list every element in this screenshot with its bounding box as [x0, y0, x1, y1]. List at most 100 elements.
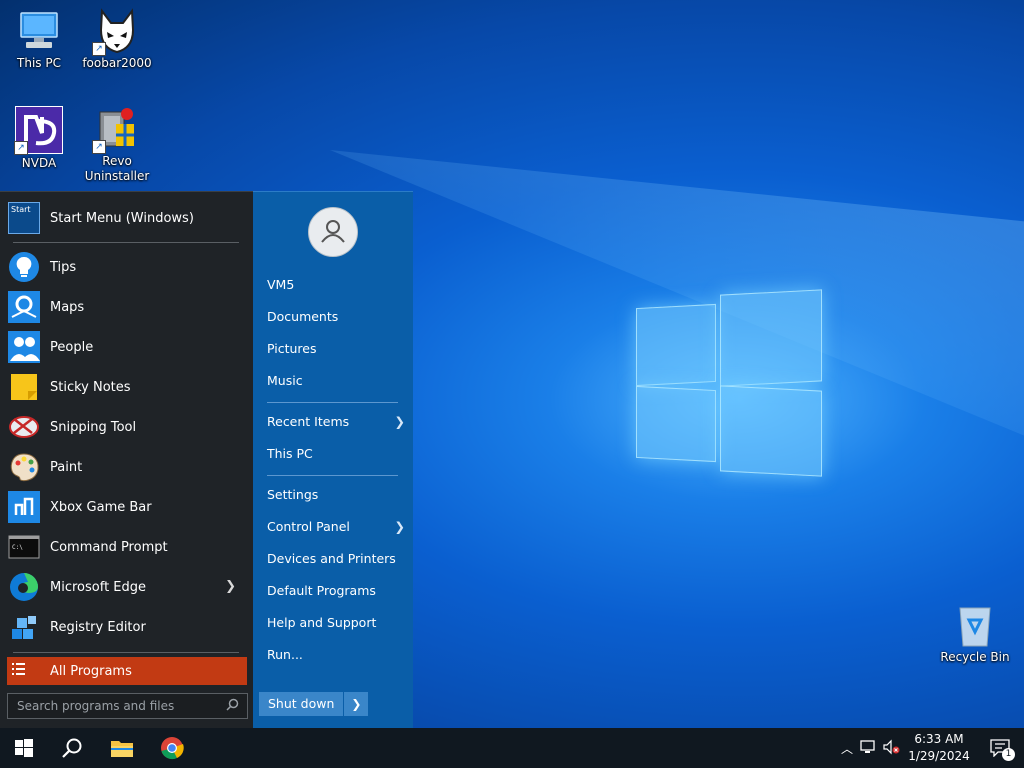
desktop-icon-nvda[interactable]: ↗ NVDA — [0, 106, 78, 171]
chevron-right-icon: ❯ — [394, 414, 405, 429]
shortcut-arrow-icon: ↗ — [92, 140, 106, 154]
divider — [267, 402, 398, 403]
nvda-logo-icon: ↗ — [14, 106, 63, 155]
clock-date: 1/29/2024 — [908, 749, 970, 763]
start-menu-pinned-classic-start[interactable]: Start Start Menu (Windows) — [8, 199, 248, 237]
all-programs-label: All Programs — [50, 663, 132, 679]
windows-logo-icon — [15, 739, 33, 757]
link-devices-and-printers[interactable]: Devices and Printers — [267, 547, 405, 571]
volume-muted-icon[interactable] — [880, 739, 902, 758]
shutdown-options-chevron-icon[interactable]: ❯ — [344, 692, 369, 716]
action-center-button[interactable]: 1 — [976, 728, 1024, 768]
menu-item-xbox-game-bar[interactable]: Xbox Game Bar — [8, 488, 248, 526]
folder-icon — [111, 741, 133, 757]
menu-item-label: Registry Editor — [50, 619, 146, 635]
menu-item-tips[interactable]: Tips — [8, 248, 248, 286]
search-placeholder: Search programs and files — [17, 699, 175, 713]
shutdown-group: Shut down ❯ — [259, 692, 369, 716]
network-icon[interactable] — [856, 739, 880, 758]
start-menu-app-icon: Start — [8, 202, 40, 234]
taskbar-clock[interactable]: 6:33 AM 1/29/2024 — [900, 731, 978, 765]
search-icon — [226, 698, 239, 714]
show-hidden-icons-chevron-icon[interactable]: ︿ — [838, 740, 856, 757]
menu-item-snipping-tool[interactable]: Snipping Tool — [8, 408, 248, 446]
revo-uninstaller-icon: ↗ — [92, 106, 140, 154]
all-programs-button[interactable]: All Programs — [7, 657, 247, 685]
chevron-right-icon: ❯ — [394, 519, 405, 534]
chrome-icon — [161, 737, 184, 760]
link-help-and-support[interactable]: Help and Support — [267, 611, 405, 635]
chrome-button[interactable] — [148, 728, 196, 768]
menu-item-label: Tips — [50, 259, 77, 275]
menu-item-label: Xbox Game Bar — [50, 499, 152, 515]
link-documents[interactable]: Documents — [267, 305, 405, 329]
link-recent-items[interactable]: Recent Items ❯ — [267, 410, 405, 434]
sticky-note-icon — [8, 371, 40, 403]
desktop-icon-label: Recycle Bin — [940, 650, 1010, 664]
shutdown-button[interactable]: Shut down — [259, 692, 344, 716]
scissors-icon — [8, 411, 40, 443]
link-label: Control Panel — [267, 519, 350, 534]
link-label: Recent Items — [267, 414, 350, 429]
menu-item-maps[interactable]: Maps — [8, 288, 248, 326]
shortcut-arrow-icon: ↗ — [92, 42, 106, 56]
clock-time: 6:33 AM — [914, 732, 964, 746]
desktop-icon-label: This PC — [17, 56, 61, 70]
terminal-icon: C:\ — [8, 531, 40, 563]
menu-item-label: People — [50, 339, 94, 355]
link-user-folder[interactable]: VM5 — [267, 273, 405, 297]
menu-item-label: Snipping Tool — [50, 419, 137, 435]
link-default-programs[interactable]: Default Programs — [267, 579, 405, 603]
chevron-right-icon: ❯ — [225, 579, 236, 594]
menu-item-label: Sticky Notes — [50, 379, 131, 395]
desktop-icon-recycle-bin[interactable]: Recycle Bin — [936, 602, 1014, 665]
start-menu: Start Start Menu (Windows) Tips Maps Peo… — [0, 191, 413, 729]
file-explorer-button[interactable] — [98, 728, 146, 768]
desktop-icon-this-pc[interactable]: This PC — [0, 8, 78, 71]
desktop-icon-label: NVDA — [21, 156, 57, 170]
monitor-icon — [16, 8, 62, 54]
menu-item-paint[interactable]: Paint — [8, 448, 248, 486]
search-input[interactable]: Search programs and files — [7, 693, 248, 719]
menu-item-microsoft-edge[interactable]: Microsoft Edge ❯ — [8, 568, 248, 606]
taskbar: ︿ 6:33 AM 1/29/2024 1 — [0, 728, 1024, 768]
people-icon — [8, 331, 40, 363]
menu-item-command-prompt[interactable]: C:\ Command Prompt — [8, 528, 248, 566]
start-button[interactable] — [0, 728, 48, 768]
paint-palette-icon — [8, 451, 40, 483]
divider — [267, 475, 398, 476]
search-button[interactable] — [48, 728, 96, 768]
menu-item-people[interactable]: People — [8, 328, 248, 366]
link-control-panel[interactable]: Control Panel ❯ — [267, 515, 405, 539]
menu-item-label: Command Prompt — [50, 539, 168, 555]
registry-cubes-icon — [8, 611, 40, 643]
menu-item-registry-editor[interactable]: Registry Editor — [8, 608, 248, 646]
menu-item-label: Maps — [50, 299, 85, 315]
desktop-icon-label: Revo Uninstaller — [84, 154, 150, 183]
svg-text:C:\: C:\ — [12, 544, 23, 551]
link-run[interactable]: Run... — [267, 643, 405, 667]
edge-icon — [8, 571, 40, 603]
notification-count-badge: 1 — [1002, 748, 1015, 761]
windows-wallpaper-logo — [636, 289, 822, 480]
shortcut-arrow-icon: ↗ — [14, 141, 28, 155]
link-this-pc[interactable]: This PC — [267, 442, 405, 466]
menu-item-label: Start Menu (Windows) — [50, 210, 194, 226]
start-menu-places-pane: VM5 Documents Pictures Music Recent Item… — [253, 191, 413, 729]
link-music[interactable]: Music — [267, 369, 405, 393]
link-pictures[interactable]: Pictures — [267, 337, 405, 361]
lightbulb-icon — [8, 251, 40, 283]
xbox-game-bar-icon — [8, 491, 40, 523]
desktop-icon-revo-uninstaller[interactable]: ↗ Revo Uninstaller — [78, 106, 156, 184]
menu-item-label: Paint — [50, 459, 83, 475]
system-tray: ︿ — [838, 728, 902, 768]
desktop-icon-foobar2000[interactable]: ↗ foobar2000 — [78, 8, 156, 71]
recycle-bin-icon — [952, 602, 998, 648]
menu-item-sticky-notes[interactable]: Sticky Notes — [8, 368, 248, 406]
list-icon — [12, 662, 36, 680]
divider — [13, 652, 239, 653]
user-avatar-icon[interactable] — [308, 207, 358, 257]
link-settings[interactable]: Settings — [267, 483, 405, 507]
map-pin-icon — [8, 291, 40, 323]
desktop-icon-label: foobar2000 — [82, 56, 152, 70]
